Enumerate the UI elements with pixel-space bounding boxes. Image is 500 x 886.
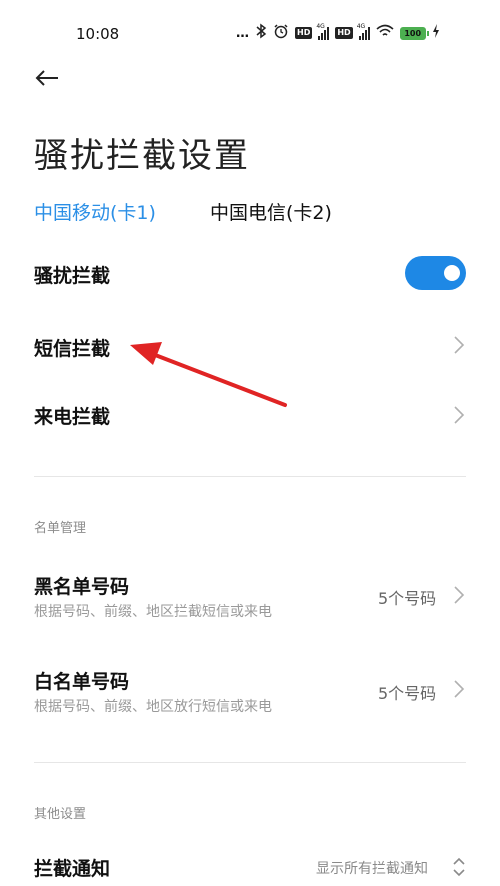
network-type-2: 4G	[356, 23, 366, 30]
signal-icon-2: 4G	[356, 23, 370, 40]
status-time: 10:08	[76, 25, 120, 43]
chevron-right-icon	[454, 680, 465, 698]
harassment-block-label: 骚扰拦截	[34, 265, 111, 287]
divider	[34, 476, 466, 477]
whitelist-count: 5个号码	[378, 684, 437, 703]
status-icons: … HD 4G HD 4G 100	[236, 22, 440, 44]
hd-badge-1: HD	[295, 27, 313, 39]
more-dots-icon: …	[236, 25, 249, 41]
whitelist-subtitle: 根据号码、前缀、地区放行短信或来电	[34, 699, 272, 715]
whitelist-row[interactable]: 白名单号码 根据号码、前缀、地区放行短信或来电 5个号码	[0, 656, 500, 726]
harassment-block-toggle[interactable]	[405, 256, 466, 290]
block-notification-label: 拦截通知	[34, 858, 111, 880]
hd-badge-2: HD	[335, 27, 353, 39]
call-block-label: 来电拦截	[34, 406, 111, 428]
annotation-arrow-icon	[130, 342, 287, 407]
page-title: 骚扰拦截设置	[34, 136, 250, 176]
bluetooth-icon	[255, 23, 267, 43]
updown-chevron-icon[interactable]	[451, 857, 467, 877]
sms-block-label: 短信拦截	[34, 338, 111, 360]
chevron-right-icon	[454, 336, 465, 354]
blacklist-subtitle: 根据号码、前缀、地区拦截短信或来电	[34, 604, 272, 620]
tab-sim2[interactable]: 中国电信(卡2)	[210, 198, 332, 225]
alarm-icon	[273, 23, 289, 43]
wifi-icon	[376, 24, 394, 42]
divider	[34, 762, 466, 763]
section-list-management: 名单管理	[34, 521, 87, 536]
section-other-settings: 其他设置	[34, 807, 87, 822]
blacklist-count: 5个号码	[378, 589, 437, 608]
blacklist-row[interactable]: 黑名单号码 根据号码、前缀、地区拦截短信或来电 5个号码	[0, 560, 500, 630]
signal-icon-1: 4G	[316, 23, 330, 40]
block-notification-value: 显示所有拦截通知	[316, 861, 428, 877]
back-arrow-icon[interactable]	[34, 68, 66, 98]
charging-icon	[432, 24, 440, 42]
toggle-knob	[444, 265, 460, 281]
network-type-1: 4G	[316, 23, 325, 30]
chevron-right-icon	[454, 406, 465, 424]
battery-icon: 100	[399, 26, 429, 40]
tab-sim1[interactable]: 中国移动(卡1)	[34, 198, 156, 225]
chevron-right-icon	[454, 586, 465, 604]
blacklist-title: 黑名单号码	[34, 576, 130, 598]
whitelist-title: 白名单号码	[34, 671, 130, 693]
